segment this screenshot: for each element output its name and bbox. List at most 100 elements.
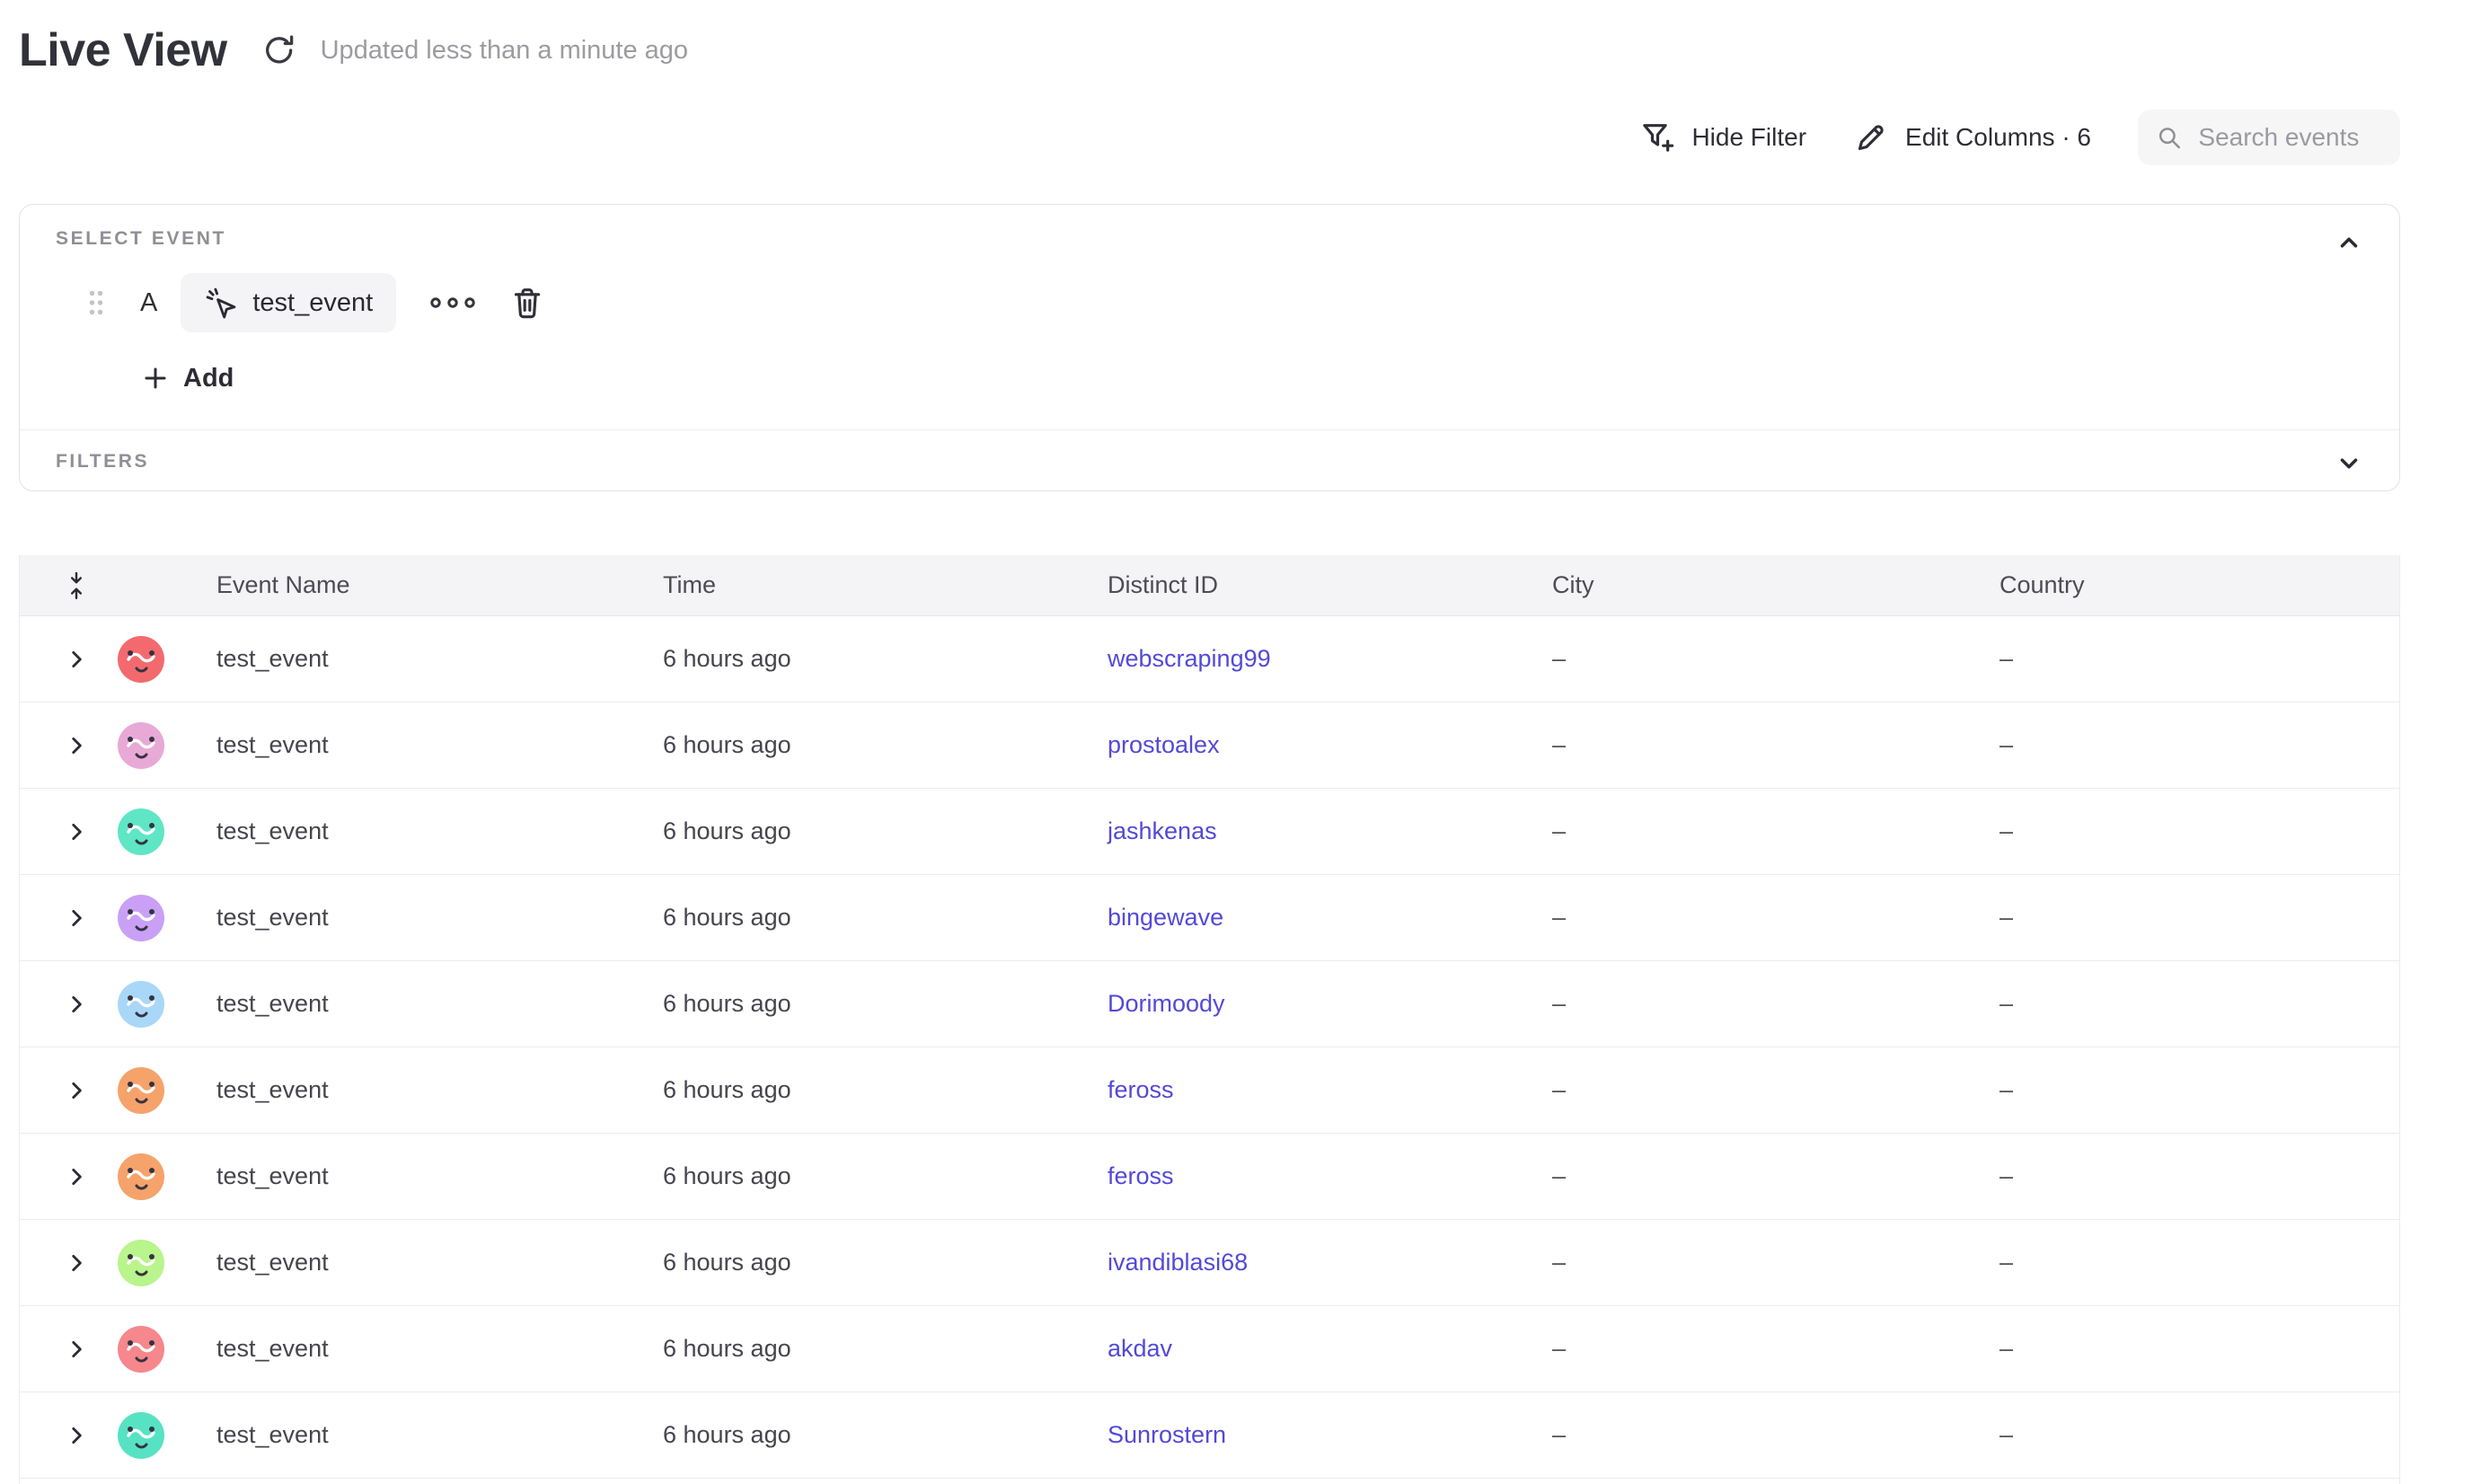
expand-row-button[interactable] (20, 1079, 110, 1102)
avatar (118, 808, 164, 855)
country-cell: – (2000, 904, 2399, 932)
expand-filters-button[interactable] (2331, 446, 2367, 481)
avatar (118, 1412, 164, 1459)
event-group-letter: A (140, 288, 157, 318)
table-row: test_event 6 hours ago webscraping99 – – (20, 616, 2399, 702)
country-cell: – (2000, 1162, 2399, 1190)
expand-row-button[interactable] (20, 906, 110, 930)
expand-row-button[interactable] (20, 1165, 110, 1188)
filter-add-icon (1639, 119, 1675, 155)
avatar-face (118, 722, 164, 769)
distinct-id-link[interactable]: feross (1108, 1076, 1174, 1103)
avatar (118, 636, 164, 683)
events-table: Event Name Time Distinct ID City Country… (19, 555, 2400, 1484)
table-row: test_event 6 hours ago feross – – (20, 1134, 2399, 1220)
country-cell: – (2000, 1249, 2399, 1276)
city-cell: – (1552, 1421, 2000, 1449)
chevron-right-icon (65, 1424, 88, 1447)
expand-row-button[interactable] (20, 648, 110, 671)
filters-label: FILTERS (56, 451, 149, 473)
add-event-button[interactable]: Add (142, 352, 234, 404)
city-cell: – (1552, 731, 2000, 759)
avatar-face (118, 895, 164, 941)
collapse-rows-icon (65, 571, 88, 600)
table-row: test_event 6 hours ago ivandiblasi68 – – (20, 1220, 2399, 1306)
event-name-cell: test_event (216, 645, 663, 673)
distinct-id-link[interactable]: jashkenas (1108, 817, 1217, 844)
chevron-right-icon (65, 1165, 88, 1188)
pencil-icon (1853, 119, 1889, 155)
column-header-country: Country (2000, 571, 2399, 599)
event-query-row: A test_event (86, 273, 545, 332)
delete-event-button[interactable] (509, 285, 545, 321)
chevron-right-icon (65, 734, 88, 757)
hide-filter-button[interactable]: Hide Filter (1639, 119, 1806, 155)
collapse-all-rows-button[interactable] (20, 571, 110, 600)
event-name-cell: test_event (216, 1076, 663, 1104)
time-cell: 6 hours ago (663, 1335, 1108, 1363)
search-input[interactable] (2196, 122, 2382, 153)
column-header-city: City (1552, 571, 2000, 599)
chevron-up-icon (2335, 229, 2362, 256)
expand-row-button[interactable] (20, 1424, 110, 1447)
distinct-id-link[interactable]: bingewave (1108, 904, 1223, 931)
expand-row-button[interactable] (20, 1251, 110, 1275)
distinct-id-link[interactable]: prostoalex (1108, 731, 1220, 758)
city-cell: – (1552, 904, 2000, 932)
city-cell: – (1552, 1076, 2000, 1104)
table-row: test_event 6 hours ago bingewave – – (20, 875, 2399, 961)
distinct-id-link[interactable]: Dorimoody (1108, 990, 1225, 1017)
expand-row-button[interactable] (20, 993, 110, 1016)
avatar (118, 1153, 164, 1200)
table-row: test_event 6 hours ago Sunrostern – – (20, 1392, 2399, 1479)
drag-handle-icon[interactable] (86, 287, 106, 319)
edit-columns-label: Edit Columns · 6 (1905, 123, 2091, 152)
avatar-face (118, 1067, 164, 1114)
distinct-id-link[interactable]: Sunrostern (1108, 1421, 1226, 1448)
city-cell: – (1552, 645, 2000, 673)
country-cell: – (2000, 645, 2399, 673)
table-row: test_event 6 hours ago jashkenas – – (20, 789, 2399, 875)
page-header: Live View Updated less than a minute ago (19, 23, 688, 77)
expand-row-button[interactable] (20, 1338, 110, 1361)
city-cell: – (1552, 990, 2000, 1018)
event-options-button[interactable] (423, 290, 482, 315)
time-cell: 6 hours ago (663, 731, 1108, 759)
event-name-cell: test_event (216, 817, 663, 845)
avatar-face (118, 636, 164, 683)
avatar (118, 722, 164, 769)
country-cell: – (2000, 817, 2399, 845)
search-box (2138, 110, 2400, 165)
chevron-right-icon (65, 906, 88, 930)
table-header-row: Event Name Time Distinct ID City Country (20, 555, 2399, 616)
avatar-face (118, 808, 164, 855)
country-cell: – (2000, 1076, 2399, 1104)
refresh-button[interactable] (260, 31, 299, 70)
table-row: test_event 6 hours ago Dorimoody – – (20, 961, 2399, 1047)
city-cell: – (1552, 817, 2000, 845)
time-cell: 6 hours ago (663, 1162, 1108, 1190)
chevron-right-icon (65, 1251, 88, 1275)
time-cell: 6 hours ago (663, 904, 1108, 932)
collapse-section-button[interactable] (2331, 225, 2367, 261)
expand-row-button[interactable] (20, 734, 110, 757)
column-header-time: Time (663, 571, 1108, 599)
event-selector-chip[interactable]: test_event (181, 273, 396, 332)
edit-columns-button[interactable]: Edit Columns · 6 (1853, 119, 2091, 155)
hide-filter-label: Hide Filter (1691, 123, 1806, 152)
distinct-id-link[interactable]: ivandiblasi68 (1108, 1249, 1248, 1276)
expand-row-button[interactable] (20, 820, 110, 844)
avatar (118, 1240, 164, 1286)
event-name-cell: test_event (216, 990, 663, 1018)
distinct-id-link[interactable]: webscraping99 (1108, 645, 1271, 672)
avatar-face (118, 1326, 164, 1373)
trash-icon (509, 285, 545, 321)
time-cell: 6 hours ago (663, 1421, 1108, 1449)
city-cell: – (1552, 1162, 2000, 1190)
distinct-id-link[interactable]: feross (1108, 1162, 1174, 1189)
distinct-id-link[interactable]: akdav (1108, 1335, 1172, 1362)
city-cell: – (1552, 1249, 2000, 1276)
event-name-cell: test_event (216, 904, 663, 932)
time-cell: 6 hours ago (663, 1076, 1108, 1104)
plus-icon (142, 365, 169, 392)
